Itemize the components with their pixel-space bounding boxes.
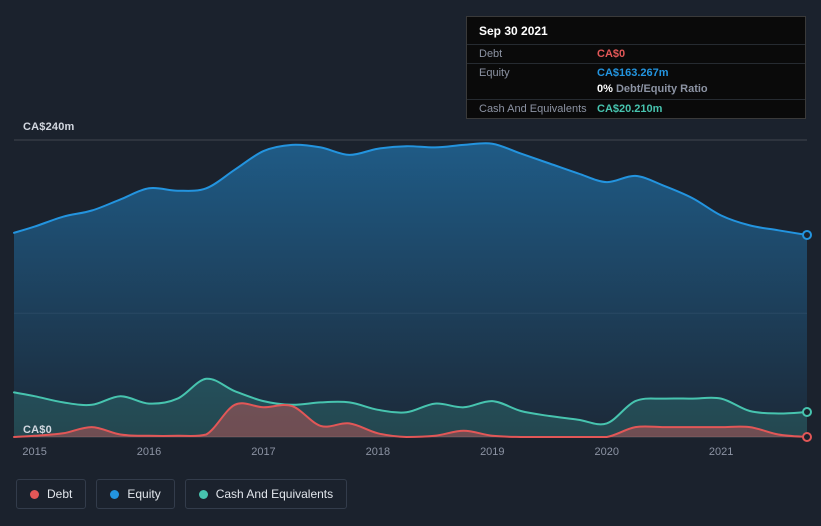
chart-tooltip: Sep 30 2021 Debt CA$0 Equity CA$163.267m… [466,16,806,119]
tooltip-equity-label: Equity [479,67,510,79]
tooltip-ratio-value: 0% [597,83,613,95]
tooltip-cash-value: CA$20.210m [597,103,663,115]
equity-end-marker[interactable] [802,229,812,240]
legend-item-debt[interactable]: Debt [16,479,87,509]
legend-equity-label: Equity [127,487,161,501]
debt-equity-chart-page: 2015 2016 2017 2018 2019 2020 2021 CA$240m CA$… [0,0,821,526]
tooltip-row-debt: Debt CA$0 [467,44,805,63]
y-axis-label-bottom: CA$0 [23,424,52,436]
tooltip-date: Sep 30 2021 [479,24,548,38]
tooltip-debt-label: Debt [479,48,503,60]
x-tick-label: 2019 [480,446,504,458]
x-tick-label: 2021 [709,446,733,458]
cash-legend-dot-icon [198,489,208,499]
chart-legend: Debt Equity Cash And Equivalents [16,479,348,509]
tooltip-row-equity: Equity CA$163.267m [467,63,805,82]
x-tick-label: 2015 [22,446,46,458]
tooltip-ratio-label: Debt/Equity Ratio [615,83,708,95]
x-tick-label: 2017 [251,446,275,458]
debt-legend-dot-icon [30,489,39,499]
tooltip-ratio: 0% Debt/Equity Ratio [597,83,708,95]
cash-and-equivalents-end-marker[interactable] [802,406,812,417]
x-tick-label: 2018 [366,446,390,458]
legend-item-equity[interactable]: Equity [96,479,175,509]
equity-legend-dot-icon [110,489,120,499]
legend-item-cash[interactable]: Cash And Equivalents [184,479,348,509]
tooltip-row-ratio: 0% Debt/Equity Ratio [467,82,805,99]
legend-cash-label: Cash And Equivalents [215,487,334,501]
tooltip-row-cash: Cash And Equivalents CA$20.210m [467,99,805,118]
tooltip-equity-value: CA$163.267m [597,67,669,79]
tooltip-debt-value: CA$0 [597,48,626,60]
equity-area [14,143,807,437]
legend-debt-label: Debt [47,487,73,501]
tooltip-cash-label: Cash And Equivalents [479,103,587,115]
y-axis-label-top: CA$240m [23,121,75,133]
x-tick-label: 2016 [137,446,161,458]
debt-end-marker[interactable] [802,432,812,442]
x-tick-label: 2020 [595,446,619,458]
